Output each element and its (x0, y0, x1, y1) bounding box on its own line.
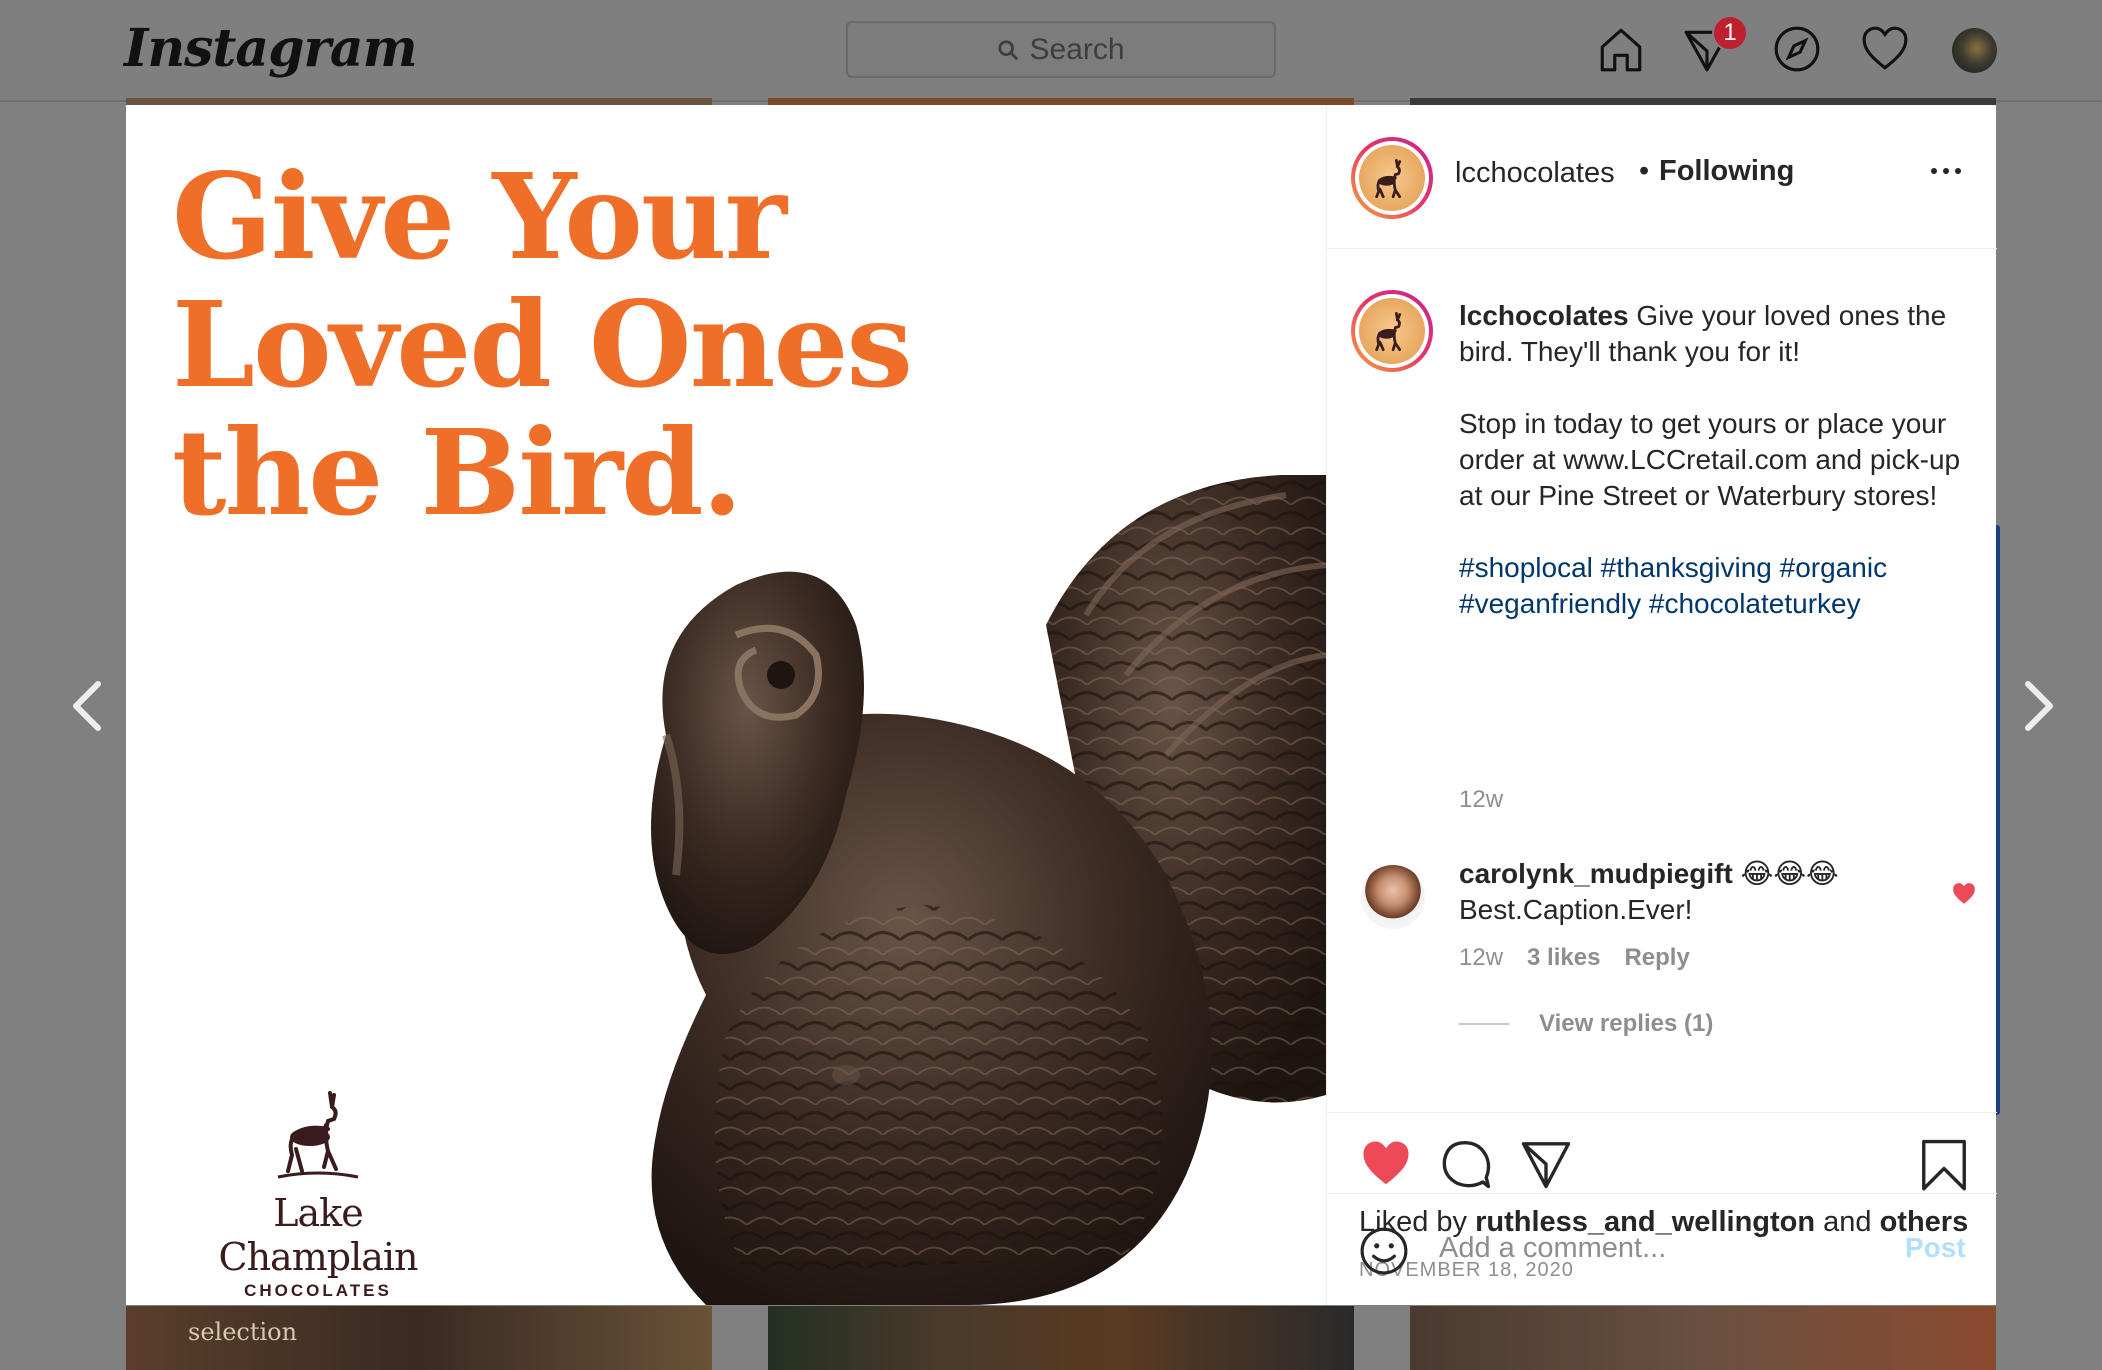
heart-icon[interactable] (1359, 1137, 1413, 1191)
comment-time[interactable]: 12w (1459, 944, 1503, 972)
following-button[interactable]: Following (1659, 155, 1794, 188)
caption-username[interactable]: lcchocolates (1459, 300, 1629, 331)
comment-like-heart-icon[interactable] (1951, 881, 1977, 907)
brand-sub: CHOCOLATES (244, 1281, 392, 1300)
comment-icon[interactable] (1439, 1137, 1493, 1191)
comment-likes[interactable]: 3 likes (1527, 944, 1600, 972)
reply-button[interactable]: Reply (1624, 944, 1689, 972)
grid-image-bottom-3[interactable] (1410, 1306, 1996, 1370)
headline-line-1: Give Your (172, 147, 787, 286)
comment-body: Best.Caption.Ever! (1459, 894, 1693, 925)
more-icon[interactable] (1931, 161, 1971, 181)
smile-icon[interactable] (1359, 1226, 1409, 1276)
comment-username[interactable]: carolynk_mudpiegift (1459, 858, 1733, 889)
search-icon (998, 39, 1019, 60)
deer-avatar-icon (1375, 312, 1402, 352)
deer-logo-icon (277, 1091, 359, 1179)
explore-icon[interactable] (1772, 24, 1822, 74)
post-modal: Give Your Loved Ones the Bird. Lake Cham… (126, 105, 1997, 1305)
comments-section: lcchocolates Give your loved ones the bi… (1327, 250, 1997, 1110)
post-sidebar: lcchocolates • Following lcchocolates Gi… (1326, 105, 1997, 1305)
caption-hashtags[interactable]: #shoplocal #thanksgiving #organic #vegan… (1459, 550, 1979, 622)
view-replies-label: View replies (1) (1539, 1010, 1714, 1037)
brand-name: Lake Champlain (218, 1191, 419, 1279)
view-replies-button[interactable]: View replies (1) (1459, 1010, 1713, 1038)
grid-image-bottom-2[interactable] (768, 1306, 1354, 1370)
share-icon[interactable] (1519, 1137, 1573, 1191)
instagram-logo[interactable]: Instagram (124, 18, 418, 79)
notification-badge: 1 (1712, 15, 1748, 51)
comment-composer: Add a comment... Post (1327, 1193, 1997, 1305)
caption-second-paragraph: Stop in today to get yours or place your… (1459, 408, 1961, 511)
caption-timestamp[interactable]: 12w (1459, 786, 1503, 814)
comment-input[interactable]: Add a comment... (1439, 1232, 1666, 1265)
comment-text: carolynk_mudpiegift 😂😂😂 Best.Caption.Eve… (1459, 856, 1939, 928)
separator-dot: • (1639, 155, 1650, 187)
next-arrow-icon[interactable] (2012, 676, 2062, 736)
deer-avatar-icon (1375, 159, 1402, 199)
replies-divider (1459, 1023, 1509, 1025)
headline-line-2: Loved Ones (172, 275, 913, 414)
comment-meta: 12w 3 likes Reply (1459, 944, 1690, 972)
prev-arrow-icon[interactable] (64, 676, 114, 736)
post-header: lcchocolates • Following (1327, 105, 1997, 249)
caption-avatar[interactable] (1351, 290, 1433, 372)
activity-heart-icon[interactable] (1860, 24, 1910, 74)
home-icon[interactable] (1596, 24, 1646, 74)
post-image[interactable]: Give Your Loved Ones the Bird. Lake Cham… (126, 105, 1326, 1305)
grid-image-text: selection (188, 1318, 298, 1346)
author-username[interactable]: lcchocolates (1455, 157, 1615, 190)
brand-logo: Lake Champlain CHOCOLATES (188, 1085, 448, 1301)
caption-text: lcchocolates Give your loved ones the bi… (1459, 298, 1979, 622)
comment-emoji: 😂😂😂 (1740, 858, 1839, 889)
post-comment-button[interactable]: Post (1905, 1232, 1966, 1264)
profile-avatar[interactable] (1952, 28, 1997, 73)
search-placeholder: Search (1029, 32, 1125, 66)
search-input[interactable]: Search (846, 21, 1276, 78)
chocolate-turkey-illustration (651, 475, 1326, 1305)
bookmark-icon[interactable] (1917, 1137, 1971, 1191)
top-nav-bar: Instagram Search 1 (0, 0, 2102, 102)
commenter-avatar[interactable] (1361, 865, 1425, 929)
author-avatar[interactable] (1351, 137, 1433, 219)
